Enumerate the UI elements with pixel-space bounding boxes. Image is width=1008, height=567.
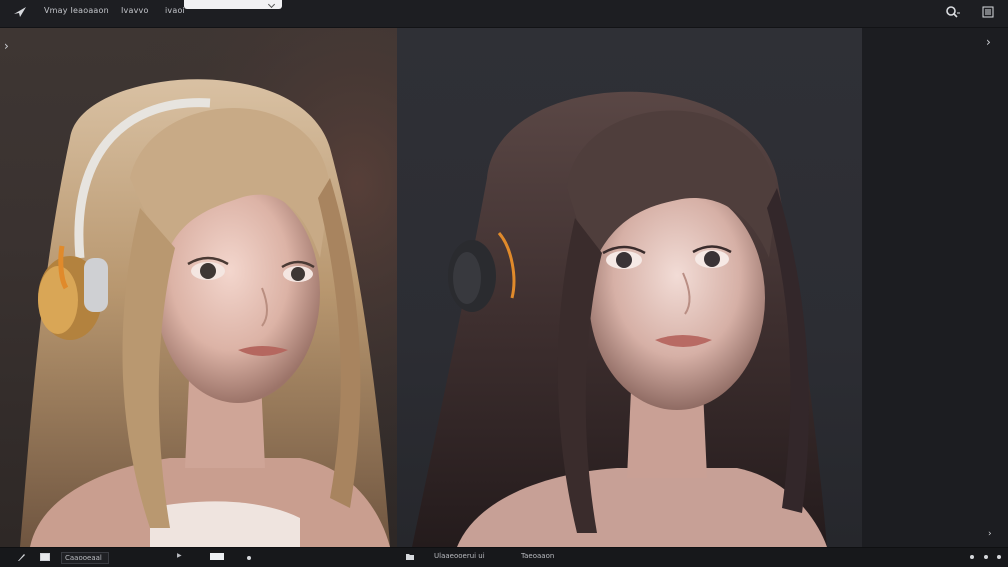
play-icon[interactable]: ▶ [177, 552, 182, 559]
more-icon[interactable] [997, 555, 1001, 559]
toggle-button[interactable] [210, 553, 224, 560]
status-bar: Caaooeaal ▶ Ulaaeooerui ui Taeoaaon [0, 547, 1008, 567]
top-toolbar: Vmay Ieaoaaon Ivavvo ivaoi [0, 0, 1008, 28]
indicator-dot [247, 556, 251, 560]
portrait-image-brunette [412, 91, 827, 547]
folder-icon[interactable] [405, 552, 415, 561]
search-input[interactable] [184, 0, 282, 9]
search-button[interactable] [942, 2, 964, 22]
right-image-panel[interactable] [397, 28, 862, 547]
info-icon[interactable] [970, 555, 974, 559]
portrait-image-blonde [0, 28, 397, 547]
square-icon[interactable] [40, 553, 50, 561]
status-left-text: Ulaaeooerui ui [434, 552, 485, 560]
menu-item-1[interactable]: Vmay Ieaoaaon [44, 6, 109, 15]
status-right-text: Taeoaaon [521, 552, 555, 560]
search-icon [946, 6, 960, 18]
menu-button[interactable] [977, 2, 999, 22]
hamburger-menu-icon [982, 6, 994, 18]
menu-item-3[interactable]: ivaoi [165, 6, 185, 15]
app-logo-icon[interactable] [12, 5, 28, 19]
pen-icon[interactable] [16, 552, 26, 562]
status-field[interactable]: Caaooeaal [61, 552, 109, 564]
chevron-right-icon[interactable]: › [4, 40, 9, 52]
left-image-panel[interactable]: › [0, 28, 397, 547]
chevron-right-icon[interactable]: › [986, 36, 991, 48]
chevron-right-icon[interactable]: › [988, 528, 992, 540]
menu-item-2[interactable]: Ivavvo [121, 6, 149, 15]
side-panel: › › [862, 28, 1008, 547]
settings-icon[interactable] [984, 555, 988, 559]
